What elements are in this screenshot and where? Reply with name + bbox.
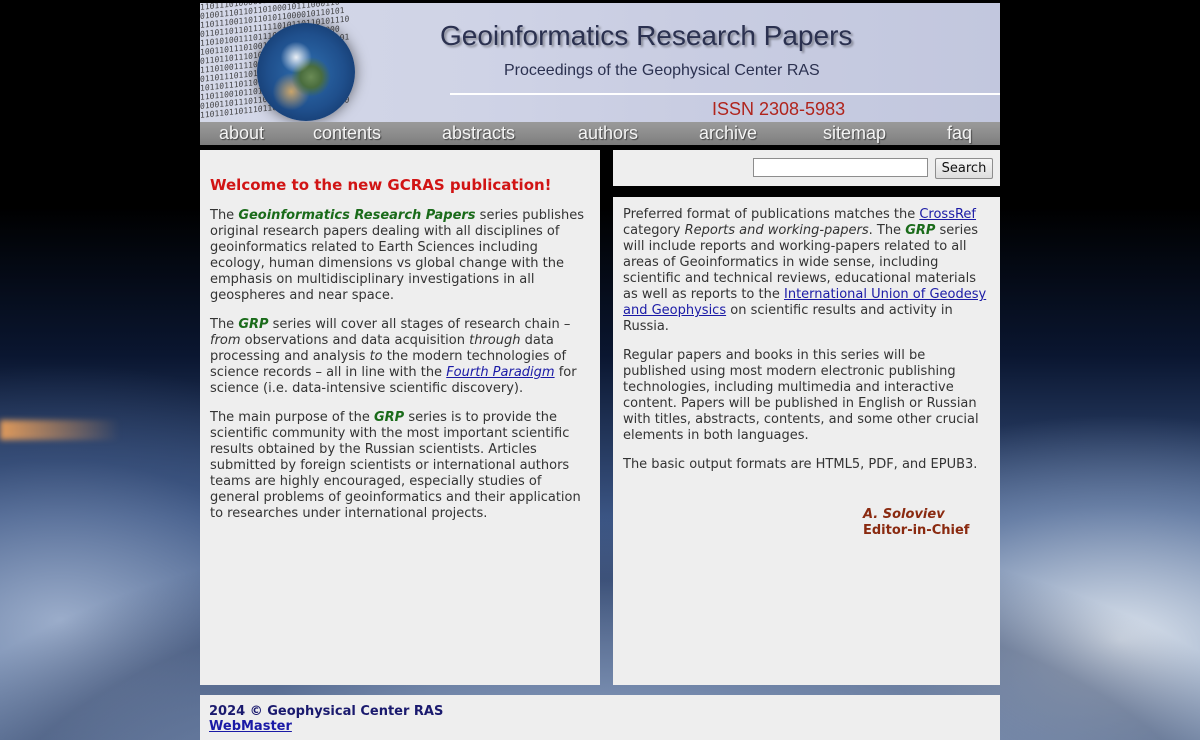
text-italic: from <box>210 333 241 348</box>
text: Preferred format of publications matches… <box>623 207 920 222</box>
nav-archive[interactable]: archive <box>699 122 757 145</box>
search-input[interactable] <box>753 158 928 177</box>
fourth-paradigm-link[interactable]: Fourth Paradigm <box>446 365 554 380</box>
search-button[interactable]: Search <box>935 158 993 179</box>
editor-signature: A. Soloviev Editor-in-Chief <box>863 507 969 539</box>
output-formats-paragraph: The basic output formats are HTML5, PDF,… <box>623 457 978 472</box>
earth-globe-logo <box>257 23 355 121</box>
nav-abstracts[interactable]: abstracts <box>442 122 515 145</box>
grp-abbr: GRP <box>238 317 269 332</box>
text-italic: Reports and working-papers <box>684 223 869 238</box>
nav-sitemap[interactable]: sitemap <box>823 122 886 145</box>
grp-abbr: GRP <box>374 410 405 425</box>
text-italic: to <box>369 349 383 364</box>
nav-faq[interactable]: faq <box>947 122 972 145</box>
text: The main purpose of the <box>210 410 374 425</box>
research-chain-paragraph: The GRP series will cover all stages of … <box>210 317 590 397</box>
editor-name: A. Soloviev <box>863 507 945 522</box>
text: The <box>210 317 239 332</box>
text: observations and data acquisition <box>240 333 470 348</box>
banner-divider <box>450 93 1000 95</box>
site-title: Geoinformatics Research Papers <box>440 20 853 51</box>
text: The <box>210 208 239 223</box>
welcome-heading: Welcome to the new GCRAS publication! <box>210 176 552 194</box>
webmaster-link[interactable]: WebMaster <box>209 719 292 735</box>
footer: 2024 © Geophysical Center RAS WebMaster <box>200 695 1000 740</box>
nav-authors[interactable]: authors <box>578 122 638 145</box>
series-name: Geoinformatics Research Papers <box>238 208 476 223</box>
copyright: 2024 © Geophysical Center RAS <box>209 704 444 719</box>
text: series will cover all stages of research… <box>268 317 571 332</box>
publishing-paragraph: Regular papers and books in this series … <box>623 348 979 443</box>
crossref-link[interactable]: CrossRef <box>919 207 976 222</box>
info-panel: Preferred format of publications matches… <box>613 197 1000 685</box>
text: category <box>623 223 685 238</box>
intro-paragraph: The Geoinformatics Research Papers serie… <box>210 208 590 304</box>
format-paragraph: Preferred format of publications matches… <box>623 207 990 335</box>
header-banner: 1101110100000101110000101110 01001110110… <box>200 3 1000 122</box>
nav-contents[interactable]: contents <box>313 122 381 145</box>
search-panel: Search <box>613 150 1000 186</box>
main-nav: about contents abstracts authors archive… <box>200 122 1000 145</box>
text: series is to provide the scientific comm… <box>210 410 581 521</box>
background-glow <box>0 420 120 440</box>
issn-label: ISSN 2308-5983 <box>712 99 846 119</box>
site-subtitle: Proceedings of the Geophysical Center RA… <box>504 62 820 79</box>
nav-about[interactable]: about <box>219 122 264 145</box>
text: . The <box>868 223 906 238</box>
grp-abbr: GRP <box>905 223 936 238</box>
editor-role: Editor-in-Chief <box>863 523 970 538</box>
welcome-panel: Welcome to the new GCRAS publication! Th… <box>200 150 600 685</box>
text-italic: through <box>469 333 521 348</box>
purpose-paragraph: The main purpose of the GRP series is to… <box>210 410 590 522</box>
